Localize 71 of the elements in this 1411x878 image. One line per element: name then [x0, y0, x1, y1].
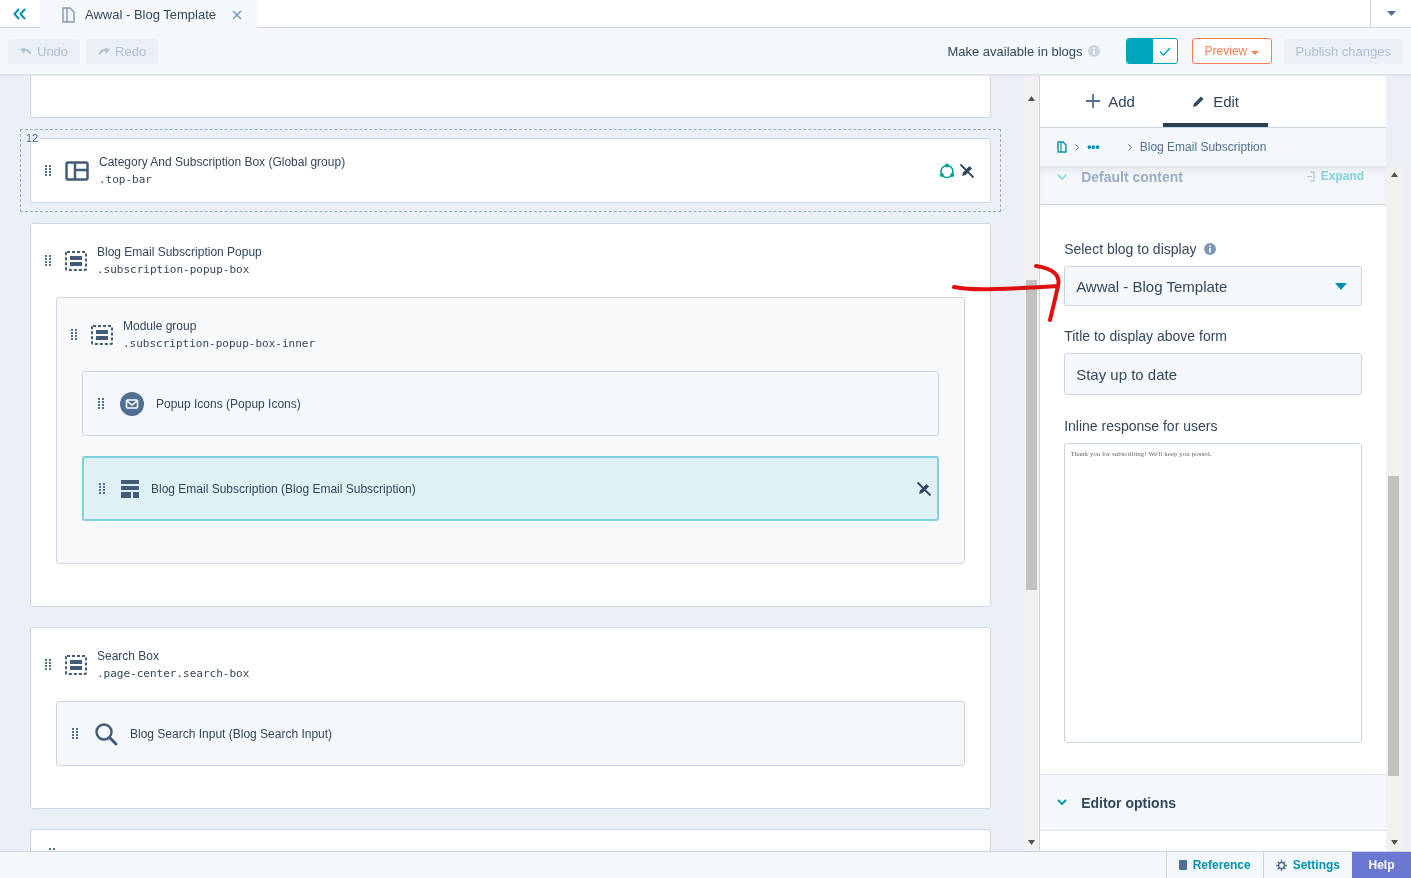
group-icon	[91, 324, 113, 345]
field-label: Inline response for users	[1064, 418, 1218, 434]
panel-tab[interactable]: Add	[1058, 76, 1164, 127]
search-icon	[94, 721, 118, 746]
section-card[interactable]: Blog Email Subscription Popup .subscription-popup-box Module group .subscription-popup-box-inner Popup Icons (Popup Icons) Blog Email Subscription (Blog Email Subscription)	[30, 223, 992, 607]
drag-handle-icon[interactable]	[45, 254, 51, 267]
module-title: Blog Search Input (Blog Search Input)	[130, 726, 334, 741]
pencil-icon	[1192, 94, 1206, 108]
section-card[interactable]: Search Box .page-center.search-box Blog Search Input (Blog Search Input)	[30, 627, 992, 809]
scroll-up-arrow[interactable]	[1028, 96, 1036, 101]
scroll-down-arrow[interactable]	[1028, 840, 1036, 845]
document-icon	[62, 6, 75, 23]
css-selector: .subscription-popup-box	[97, 263, 251, 276]
expand-icon	[1305, 170, 1315, 182]
caret-icon	[1335, 282, 1348, 290]
drag-handle-icon[interactable]	[45, 164, 51, 177]
blog-select-dropdown[interactable]: Awwal - Blog Template	[1064, 266, 1363, 306]
group-title: Search Box	[97, 649, 161, 663]
group-icon	[65, 654, 87, 675]
title-input-field[interactable]: Stay up to date	[1064, 353, 1363, 395]
layout-icon	[65, 160, 89, 181]
plus-icon	[1086, 94, 1101, 108]
caret-icon	[1250, 51, 1259, 55]
pencil-off-icon[interactable]	[916, 480, 933, 497]
info-icon[interactable]	[1204, 243, 1217, 255]
module-card[interactable]: Popup Icons (Popup Icons)	[82, 371, 940, 436]
drag-handle-icon[interactable]	[99, 482, 105, 495]
css-selector: .subscription-popup-box-inner	[123, 337, 317, 350]
group-title: Module group	[123, 319, 198, 333]
editor-tab[interactable]: Awwal - Blog Template	[40, 0, 257, 29]
scrollbar[interactable]	[1024, 76, 1040, 851]
editor-options-title[interactable]: Editor options	[1081, 794, 1176, 811]
document-icon[interactable]	[1057, 141, 1068, 153]
group-title: Category And Subscription Box (Global group)	[99, 155, 347, 169]
css-selector: .top-bar	[99, 173, 153, 186]
field-label: Title to display above form	[1064, 328, 1227, 344]
module-title: Popup Icons (Popup Icons)	[156, 396, 302, 411]
pencil-off-icon[interactable]	[959, 162, 976, 179]
group-title: Blog Email Subscription Popup	[97, 245, 263, 259]
mail-icon	[120, 391, 144, 416]
caret-icon	[1386, 11, 1396, 16]
undo-icon	[20, 46, 32, 56]
double-chevron-icon	[13, 7, 27, 20]
gear-icon	[1275, 859, 1287, 871]
module-card[interactable]: Blog Search Input (Blog Search Input)	[56, 701, 966, 766]
module-card[interactable]: Blog Email Subscription (Blog Email Subscription)	[82, 456, 940, 521]
availability-label: Make available in blogs	[947, 43, 1083, 59]
drag-handle-icon[interactable]	[71, 328, 77, 341]
field-label: Select blog to display	[1064, 241, 1197, 257]
chevron-right-icon	[1075, 143, 1080, 151]
scroll-up-arrow[interactable]	[1390, 172, 1398, 177]
chevron-icon[interactable]	[1057, 799, 1068, 806]
section-title: Default content	[1081, 169, 1184, 185]
drag-handle-icon[interactable]	[72, 727, 78, 740]
drag-handle-icon[interactable]	[45, 658, 51, 671]
book-icon	[1178, 860, 1187, 870]
group-card[interactable]: Module group .subscription-popup-box-inner Popup Icons (Popup Icons) Blog Email Subscription (Blog Email Subscription)	[56, 297, 966, 564]
redo-icon	[98, 46, 111, 56]
scroll-down-arrow[interactable]	[1390, 840, 1398, 845]
row-number: 12	[24, 132, 41, 144]
chevron-right-icon	[1127, 143, 1132, 151]
module-title: Blog Email Subscription (Blog Email Subscription)	[151, 481, 417, 496]
panel-scrollbar[interactable]	[1386, 166, 1403, 851]
css-selector: .page-center.search-box	[97, 667, 251, 680]
group-icon	[65, 250, 87, 271]
drag-handle-icon[interactable]	[98, 397, 104, 410]
form-icon	[121, 479, 139, 498]
availability-toggle[interactable]	[1125, 38, 1178, 64]
breadcrumb-current: Blog Email Subscription	[1139, 140, 1267, 154]
tab-title: Awwal - Blog Template	[85, 7, 217, 22]
help-button[interactable]: Help	[1352, 852, 1411, 878]
